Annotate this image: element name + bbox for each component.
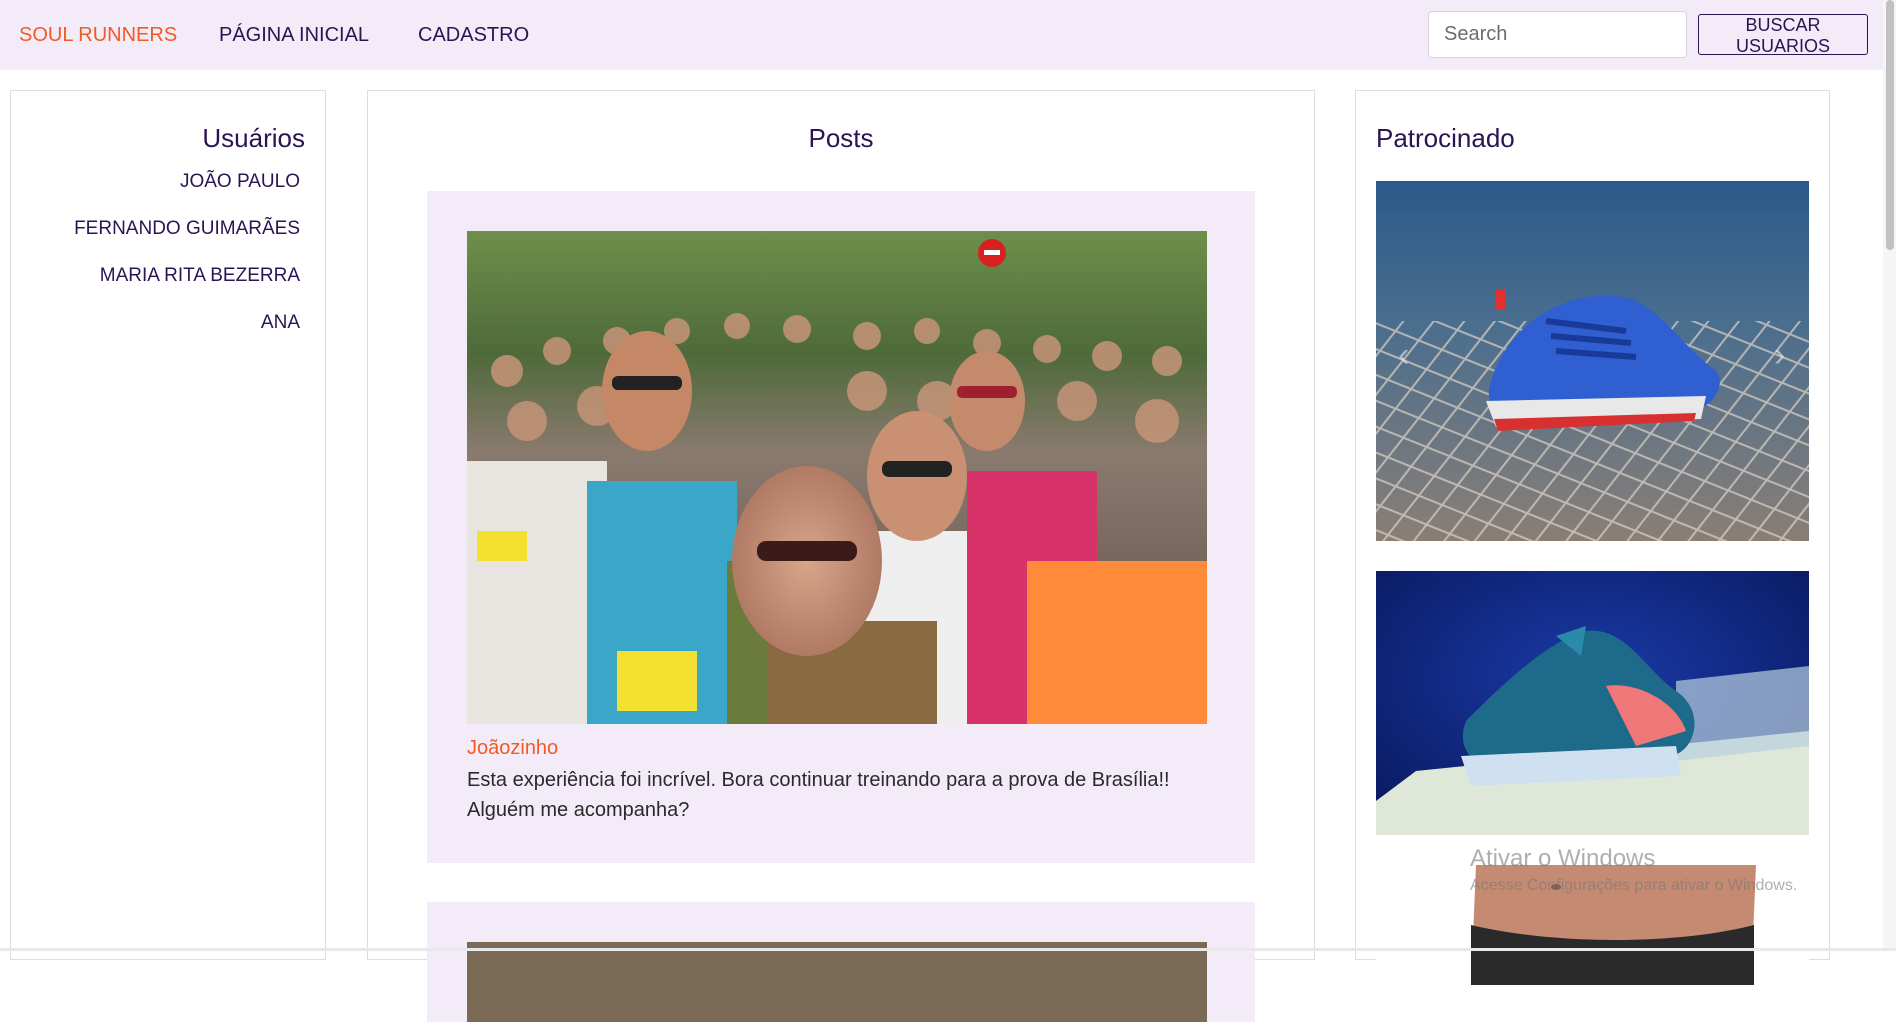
nav-link-register[interactable]: CADASTRO (418, 24, 529, 47)
vertical-scrollbar[interactable] (1883, 0, 1896, 951)
carousel-prev-icon[interactable]: ‹ (1398, 336, 1409, 374)
post-author[interactable]: Joãozinho (467, 737, 558, 760)
sponsored-ad-image[interactable] (1376, 571, 1809, 835)
sponsored-title: Patrocinado (1376, 123, 1515, 154)
brand-link[interactable]: SOUL RUNNERS (19, 24, 177, 47)
user-item[interactable]: MARIA RITA BEZERRA (74, 265, 300, 312)
post-card (427, 902, 1255, 1022)
user-item[interactable]: ANA (74, 312, 300, 359)
users-panel: Usuários JOÃO PAULO FERNANDO GUIMARÃES M… (10, 90, 326, 960)
search-input[interactable] (1428, 11, 1687, 58)
sponsored-ad-image[interactable]: ‹ › (1376, 181, 1809, 541)
post-card: Joãozinho Esta experiência foi incrível.… (427, 191, 1255, 863)
posts-title: Posts (368, 123, 1314, 154)
watermark-title: Ativar o Windows (1470, 845, 1797, 873)
post-image (467, 942, 1207, 1022)
user-item[interactable]: FERNANDO GUIMARÃES (74, 218, 300, 265)
user-item[interactable]: JOÃO PAULO (74, 171, 300, 218)
users-title: Usuários (202, 123, 305, 154)
watermark-subtitle: Acesse Configurações para ativar o Windo… (1470, 877, 1797, 895)
top-navbar: SOUL RUNNERS PÁGINA INICIAL CADASTRO BUS… (0, 0, 1896, 70)
sponsored-panel: Patrocinado ‹ › (1355, 90, 1830, 960)
scrollbar-thumb[interactable] (1886, 0, 1894, 250)
post-text: Esta experiência foi incrível. Bora cont… (467, 765, 1207, 825)
windows-activation-watermark: Ativar o Windows Acesse Configurações pa… (1470, 845, 1797, 895)
posts-panel: Posts (367, 90, 1315, 960)
nav-link-home[interactable]: PÁGINA INICIAL (219, 24, 369, 47)
post-image (467, 231, 1207, 724)
user-list: JOÃO PAULO FERNANDO GUIMARÃES MARIA RITA… (74, 171, 300, 359)
search-users-button[interactable]: BUSCAR USUARIOS (1698, 14, 1868, 55)
carousel-next-icon[interactable]: › (1774, 336, 1785, 374)
